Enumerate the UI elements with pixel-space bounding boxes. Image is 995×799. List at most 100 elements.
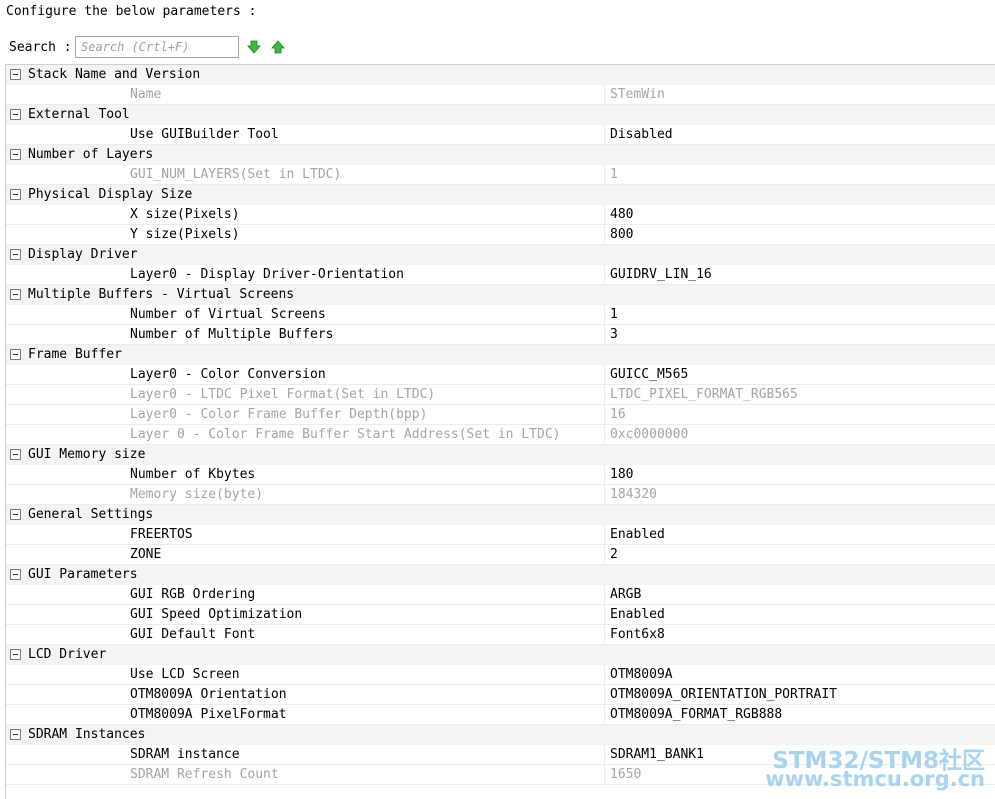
parameter-row[interactable]: ZONE 2 xyxy=(6,545,995,565)
parameter-row: Layer0 - Color Frame Buffer Depth(bpp) 16 xyxy=(6,405,995,425)
parameter-name: GUI RGB Ordering xyxy=(130,587,256,602)
parameter-name: GUI_NUM_LAYERS(Set in LTDC) xyxy=(130,167,342,182)
parameter-row: Layer0 - LTDC Pixel Format(Set in LTDC) L… xyxy=(6,385,995,405)
search-next-arrow-down-icon[interactable] xyxy=(247,40,261,54)
parameter-row[interactable]: FREERTOS Enabled xyxy=(6,525,995,545)
collapse-toggle-icon[interactable] xyxy=(10,349,21,360)
group-name: SDRAM Instances xyxy=(28,727,146,742)
parameter-name: Layer0 - LTDC Pixel Format(Set in LTDC) xyxy=(130,387,436,402)
collapse-toggle-icon[interactable] xyxy=(10,189,21,200)
collapse-toggle-icon[interactable] xyxy=(10,569,21,580)
parameter-value[interactable]: OTM8009A_FORMAT_RGB888 xyxy=(604,705,990,725)
parameter-name: Number of Multiple Buffers xyxy=(130,327,334,342)
parameter-value[interactable]: Disabled xyxy=(604,125,990,145)
group-row[interactable]: General Settings xyxy=(6,505,995,525)
parameter-name: Memory size(byte) xyxy=(130,487,264,502)
search-bar: Search : xyxy=(0,36,995,60)
parameter-value[interactable]: 180 xyxy=(604,465,990,485)
collapse-toggle-icon[interactable] xyxy=(10,289,21,300)
group-name: External Tool xyxy=(28,107,130,122)
parameter-value[interactable]: Enabled xyxy=(604,605,990,625)
parameter-value[interactable]: Font6x8 xyxy=(604,625,990,645)
group-row[interactable]: GUI Memory size xyxy=(6,445,995,465)
collapse-toggle-icon[interactable] xyxy=(10,249,21,260)
parameter-name: OTM8009A Orientation xyxy=(130,687,287,702)
group-row[interactable]: Multiple Buffers - Virtual Screens xyxy=(6,285,995,305)
parameter-value[interactable]: OTM8009A_ORIENTATION_PORTRAIT xyxy=(604,685,990,705)
parameter-row[interactable]: Y size(Pixels) 800 xyxy=(6,225,995,245)
parameter-name: Layer0 - Color Conversion xyxy=(130,367,326,382)
collapse-toggle-icon[interactable] xyxy=(10,649,21,660)
parameter-name: Name xyxy=(130,87,162,102)
parameter-name: OTM8009A PixelFormat xyxy=(130,707,287,722)
parameter-value[interactable]: ARGB xyxy=(604,585,990,605)
parameter-value: 184320 xyxy=(604,485,990,505)
parameter-value[interactable]: GUIDRV_LIN_16 xyxy=(604,265,990,285)
parameter-name: Layer 0 - Color Frame Buffer Start Addre… xyxy=(130,427,561,442)
parameter-name: Y size(Pixels) xyxy=(130,227,240,242)
parameter-value: LTDC_PIXEL_FORMAT_RGB565 xyxy=(604,385,990,405)
group-row[interactable]: Display Driver xyxy=(6,245,995,265)
parameter-value: 0xc0000000 xyxy=(604,425,990,445)
parameter-value[interactable]: OTM8009A xyxy=(604,665,990,685)
parameter-name: ZONE xyxy=(130,547,162,562)
parameter-row: Layer 0 - Color Frame Buffer Start Addre… xyxy=(6,425,995,445)
collapse-toggle-icon[interactable] xyxy=(10,729,21,740)
collapse-toggle-icon[interactable] xyxy=(10,149,21,160)
parameter-value: 16 xyxy=(604,405,990,425)
parameter-name: Use LCD Screen xyxy=(130,667,240,682)
parameter-value[interactable]: GUICC_M565 xyxy=(604,365,990,385)
parameter-name: GUI Speed Optimization xyxy=(130,607,303,622)
parameter-row[interactable]: OTM8009A PixelFormat OTM8009A_FORMAT_RGB8… xyxy=(6,705,995,725)
group-row[interactable]: Stack Name and Version xyxy=(6,65,995,85)
group-row[interactable]: External Tool xyxy=(6,105,995,125)
watermark-site-url: www.stmcu.org.cn xyxy=(765,767,985,791)
group-name: General Settings xyxy=(28,507,154,522)
group-row[interactable]: LCD Driver xyxy=(6,645,995,665)
parameter-name: SDRAM instance xyxy=(130,747,240,762)
parameter-row[interactable]: Layer0 - Color Conversion GUICC_M565 xyxy=(6,365,995,385)
parameter-name: SDRAM Refresh Count xyxy=(130,767,279,782)
group-name: Multiple Buffers - Virtual Screens xyxy=(28,287,295,302)
group-row[interactable]: Physical Display Size xyxy=(6,185,995,205)
parameter-value: STemWin xyxy=(604,85,990,105)
group-name: GUI Memory size xyxy=(28,447,146,462)
group-name: GUI Parameters xyxy=(28,567,138,582)
parameter-row[interactable]: GUI RGB Ordering ARGB xyxy=(6,585,995,605)
search-previous-arrow-up-icon[interactable] xyxy=(271,40,285,54)
group-row[interactable]: GUI Parameters xyxy=(6,565,995,585)
configure-parameters-label: Configure the below parameters : xyxy=(6,4,257,19)
parameter-value[interactable]: 480 xyxy=(604,205,990,225)
group-row[interactable]: Frame Buffer xyxy=(6,345,995,365)
parameter-row: GUI_NUM_LAYERS(Set in LTDC) 1 xyxy=(6,165,995,185)
parameter-row[interactable]: Use GUIBuilder Tool Disabled xyxy=(6,125,995,145)
parameter-value[interactable]: 1 xyxy=(604,305,990,325)
group-row[interactable]: Number of Layers xyxy=(6,145,995,165)
parameter-row[interactable]: X size(Pixels) 480 xyxy=(6,205,995,225)
parameter-name: Number of Virtual Screens xyxy=(130,307,326,322)
parameter-row[interactable]: Number of Multiple Buffers 3 xyxy=(6,325,995,345)
parameter-row[interactable]: OTM8009A Orientation OTM8009A_ORIENTATION… xyxy=(6,685,995,705)
collapse-toggle-icon[interactable] xyxy=(10,449,21,460)
parameter-row: Memory size(byte) 184320 xyxy=(6,485,995,505)
parameter-row[interactable]: GUI Default Font Font6x8 xyxy=(6,625,995,645)
collapse-toggle-icon[interactable] xyxy=(10,69,21,80)
search-input[interactable] xyxy=(75,36,239,58)
search-label: Search : xyxy=(9,40,72,55)
parameter-row[interactable]: Layer0 - Display Driver-Orientation GUIDR… xyxy=(6,265,995,285)
parameter-row[interactable]: Number of Kbytes 180 xyxy=(6,465,995,485)
collapse-toggle-icon[interactable] xyxy=(10,109,21,120)
parameter-value[interactable]: 800 xyxy=(604,225,990,245)
parameter-row[interactable]: Number of Virtual Screens 1 xyxy=(6,305,995,325)
parameter-row[interactable]: Use LCD Screen OTM8009A xyxy=(6,665,995,685)
collapse-toggle-icon[interactable] xyxy=(10,509,21,520)
parameter-value[interactable]: 3 xyxy=(604,325,990,345)
parameter-value[interactable]: 2 xyxy=(604,545,990,565)
group-name: Display Driver xyxy=(28,247,138,262)
parameter-value[interactable]: Enabled xyxy=(604,525,990,545)
parameter-name: Layer0 - Color Frame Buffer Depth(bpp) xyxy=(130,407,428,422)
parameter-row[interactable]: GUI Speed Optimization Enabled xyxy=(6,605,995,625)
group-name: Stack Name and Version xyxy=(28,67,201,82)
group-name: Frame Buffer xyxy=(28,347,122,362)
parameter-name: GUI Default Font xyxy=(130,627,256,642)
